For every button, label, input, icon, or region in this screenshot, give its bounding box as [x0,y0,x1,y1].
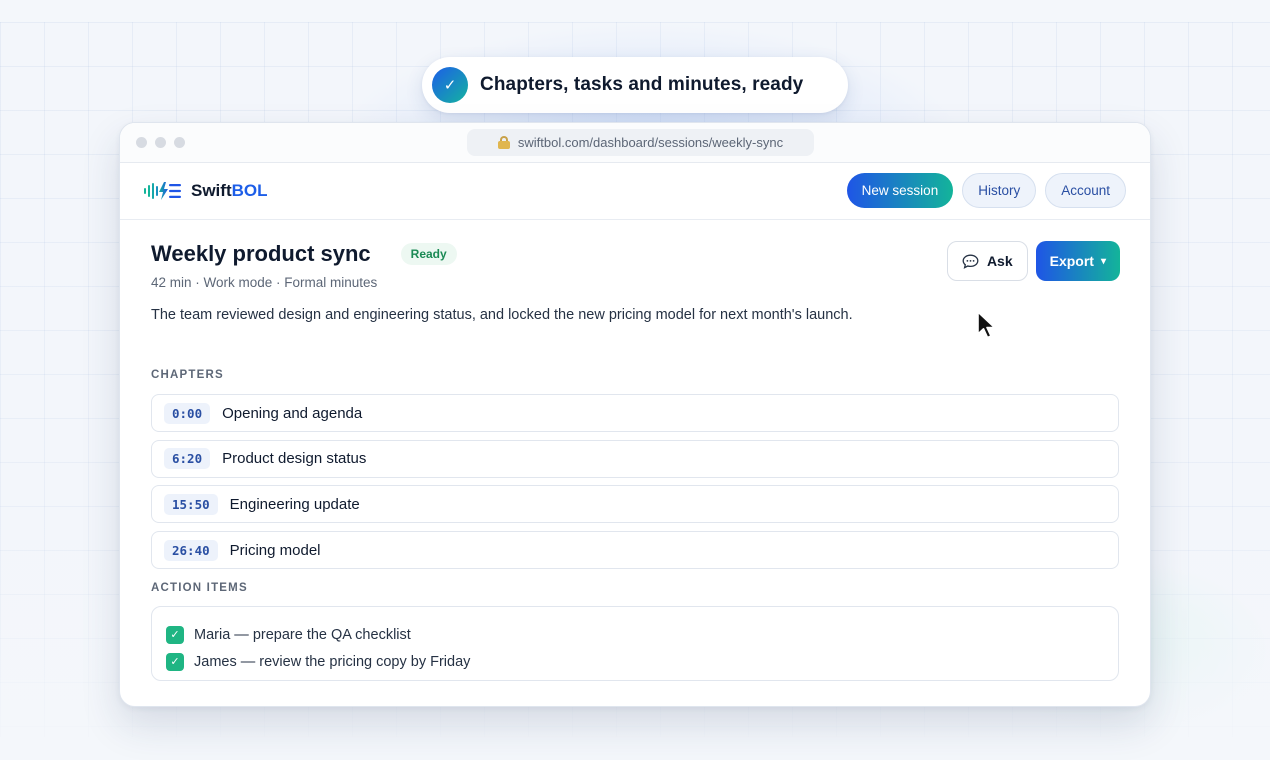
session-actions: Ask Export ▾ [946,241,1120,281]
page-title: Weekly product sync [151,241,371,266]
chapter-title: Opening and agenda [222,404,363,422]
chapters-heading: CHAPTERS [151,369,224,381]
chapter-timestamp[interactable]: 26:40 [164,539,218,561]
chevron-down-icon: ▾ [1100,255,1106,267]
account-button[interactable]: Account [1045,173,1126,208]
export-button[interactable]: Export ▾ [1035,241,1120,281]
top-nav: New session History Account [846,173,1126,208]
ready-toast: ✓ Chapters, tasks and minutes, ready [422,57,848,113]
chapter-item[interactable]: 0:00 Opening and agenda [151,394,1119,432]
window-controls [136,137,185,148]
url-text: swiftbol.com/dashboard/sessions/weekly-s… [517,135,784,150]
checkbox-checked-icon[interactable]: ✓ [166,625,184,644]
action-items-list: ✓ Maria — prepare the QA checklist ✓ Jam… [151,606,1119,681]
mouse-pointer-icon [977,311,996,339]
new-session-button[interactable]: New session [846,173,954,208]
action-item-text: James — review the pricing copy by Frida… [194,653,471,670]
check-icon: ✓ [432,67,468,103]
browser-window: swiftbol.com/dashboard/sessions/weekly-s… [119,122,1151,707]
brand-name-prefix: Swift [191,181,232,200]
action-item-text: Maria — prepare the QA checklist [194,626,411,643]
toast-message: Chapters, tasks and minutes, ready [480,74,804,95]
checkbox-checked-icon[interactable]: ✓ [166,652,184,671]
action-items-heading: ACTION ITEMS [151,582,248,594]
chapter-list: 0:00 Opening and agenda 6:20 Product des… [151,394,1119,577]
close-window-dot[interactable] [136,137,147,148]
action-item: ✓ James — review the pricing copy by Fri… [166,648,1118,675]
app-header: SwiftBOL New session History Account [120,163,1150,220]
chapter-timestamp[interactable]: 0:00 [164,402,211,424]
ask-button[interactable]: Ask [946,241,1028,281]
ask-label: Ask [986,253,1013,269]
lock-icon [497,136,510,149]
brand-logo[interactable]: SwiftBOL [144,181,268,201]
soundwave-bolt-icon [144,182,181,200]
minimize-window-dot[interactable] [155,137,166,148]
maximize-window-dot[interactable] [174,137,185,148]
chat-bubble-icon [962,254,979,269]
address-bar[interactable]: swiftbol.com/dashboard/sessions/weekly-s… [467,129,814,156]
browser-titlebar: swiftbol.com/dashboard/sessions/weekly-s… [120,123,1150,163]
action-item: ✓ Maria — prepare the QA checklist [166,621,1118,648]
brand-name: SwiftBOL [191,181,268,201]
chapter-item[interactable]: 26:40 Pricing model [151,531,1119,570]
history-button[interactable]: History [962,173,1037,208]
brand-name-accent: BOL [231,181,268,200]
export-label: Export [1049,253,1094,269]
chapter-item[interactable]: 15:50 Engineering update [151,485,1119,524]
chapter-title: Product design status [222,450,367,468]
chapter-timestamp[interactable]: 15:50 [164,493,218,515]
chapter-title: Pricing model [229,541,321,559]
chapter-timestamp[interactable]: 6:20 [164,448,211,470]
status-badge: Ready [400,243,457,265]
chapter-item[interactable]: 6:20 Product design status [151,439,1119,478]
chapter-title: Engineering update [229,495,360,513]
